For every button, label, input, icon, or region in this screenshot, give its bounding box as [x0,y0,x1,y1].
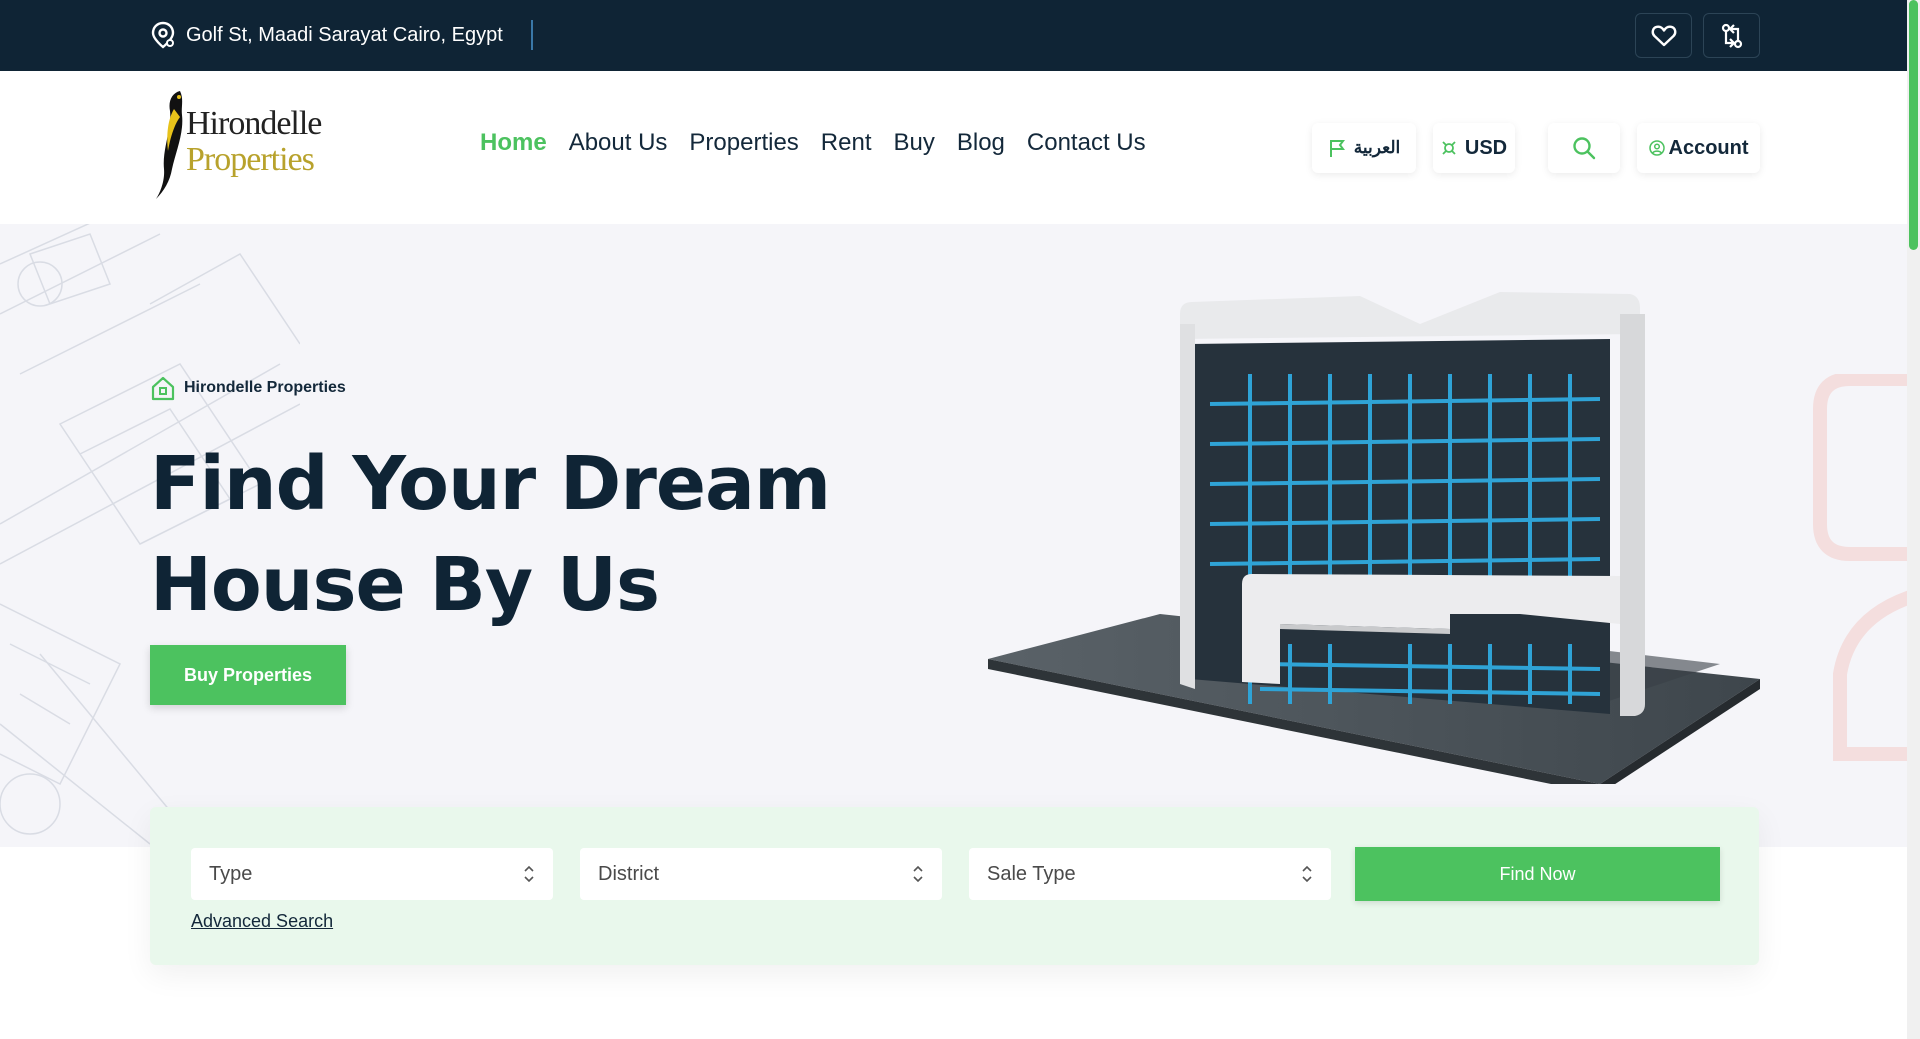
main-header: Hirondelle Properties Home About Us Prop… [0,71,1907,224]
nav-about-us[interactable]: About Us [569,129,668,157]
district-select-value: District [598,862,660,885]
type-select[interactable]: Type [191,848,553,900]
account-label: Account [1668,136,1749,159]
search-panel: Type District Sale Type Find Now Advance… [150,807,1759,965]
address-text: Golf St, Maadi Sarayat Cairo, Egypt [186,23,503,46]
buy-properties-button[interactable]: Buy Properties [150,645,346,705]
logo-text-properties: Properties [186,141,315,178]
nav-properties[interactable]: Properties [689,129,798,157]
home-icon [151,376,175,401]
wishlist-button[interactable] [1635,13,1692,58]
scrollbar-thumb[interactable] [1909,0,1918,250]
hero-title: Find Your Dream House By Us [150,434,870,636]
nav-contact-us[interactable]: Contact Us [1027,129,1146,157]
currency-icon [1442,141,1456,155]
breadcrumb-text: Hirondelle Properties [184,379,346,396]
currency-button[interactable]: USD [1433,123,1515,173]
main-nav: Home About Us Properties Rent Buy Blog C… [480,129,1168,157]
sale-type-select[interactable]: Sale Type [969,848,1331,900]
building-illustration [988,292,1760,784]
type-select-value: Type [209,862,253,885]
divider [530,20,533,50]
nav-buy[interactable]: Buy [894,129,935,157]
search-icon [1573,137,1596,160]
flag-icon [1329,140,1345,157]
chevron-updown-icon [913,865,923,883]
nav-blog[interactable]: Blog [957,129,1005,157]
hero-title-line2: House By Us [150,542,660,628]
logo[interactable]: Hirondelle Properties [150,89,322,201]
nav-home[interactable]: Home [480,129,547,157]
decorative-shape [1813,374,1907,761]
address-block: Golf St, Maadi Sarayat Cairo, Egypt [150,20,533,50]
page-scrollbar[interactable] [1907,0,1920,1039]
heart-icon [1651,25,1676,46]
chevron-updown-icon [524,865,534,883]
account-button[interactable]: Account [1637,123,1760,173]
user-icon [1648,140,1665,156]
compare-button[interactable] [1703,13,1760,58]
top-bar: Golf St, Maadi Sarayat Cairo, Egypt [0,0,1907,71]
location-pin-icon [151,21,175,49]
currency-label: USD [1464,136,1508,159]
breadcrumb: Hirondelle Properties [150,375,346,401]
nav-rent[interactable]: Rent [821,129,872,157]
logo-text-hirondelle: Hirondelle [186,105,322,142]
language-button[interactable]: العربية [1312,123,1416,173]
hero-section: Hirondelle Properties Find Your Dream Ho… [0,224,1907,847]
search-button[interactable] [1548,123,1620,173]
chevron-updown-icon [1302,865,1312,883]
district-select[interactable]: District [580,848,942,900]
sale-type-select-value: Sale Type [987,862,1076,885]
compare-icon [1721,23,1742,48]
language-label: العربية [1353,138,1401,157]
advanced-search-link[interactable]: Advanced Search [191,911,333,932]
find-now-button[interactable]: Find Now [1355,847,1720,901]
hero-title-line1: Find Your Dream [150,441,831,527]
